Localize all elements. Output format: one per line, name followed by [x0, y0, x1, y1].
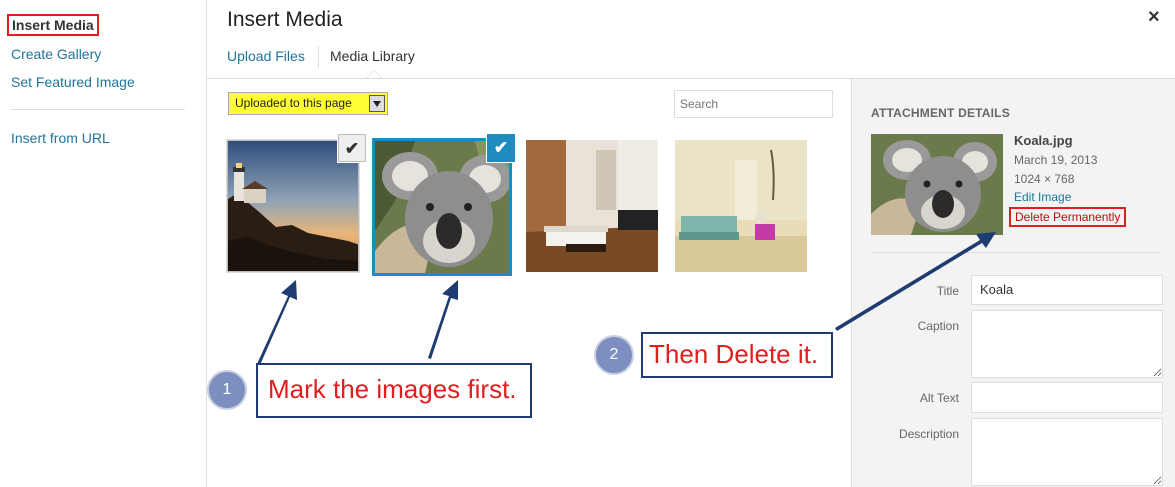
attachment-preview	[871, 134, 1003, 235]
caption-field[interactable]	[971, 310, 1163, 378]
sidebar-item-set-featured-image[interactable]: Set Featured Image	[11, 74, 135, 90]
arrow-1b	[428, 280, 458, 359]
search-input[interactable]	[674, 90, 833, 118]
close-icon[interactable]: ×	[1148, 6, 1160, 29]
title-label: Title	[936, 284, 959, 298]
living-room-image	[526, 140, 658, 272]
callout-delete: Then Delete it.	[641, 332, 833, 378]
step-number-badge: 1	[207, 370, 247, 410]
chevron-down-icon[interactable]	[369, 95, 385, 112]
sidebar-item-create-gallery[interactable]: Create Gallery	[11, 46, 101, 62]
sidebar-item-insert-from-url[interactable]: Insert from URL	[11, 130, 110, 146]
media-thumbnail-living-room-cream[interactable]	[675, 140, 807, 272]
edit-image-link[interactable]: Edit Image	[1014, 190, 1071, 204]
media-filter-value: Uploaded to this page	[235, 96, 352, 110]
attachment-filename: Koala.jpg	[1014, 133, 1073, 148]
attachment-date: March 19, 2013	[1014, 153, 1098, 167]
sidebar-divider	[11, 109, 185, 110]
title-field[interactable]: Koala	[971, 275, 1163, 305]
tab-divider	[318, 46, 319, 68]
tab-upload-files[interactable]: Upload Files	[227, 48, 305, 64]
active-tab-pointer	[366, 70, 382, 78]
koala-image	[871, 134, 1003, 235]
details-divider	[871, 252, 1161, 253]
media-sidebar: Insert Media Create Gallery Set Featured…	[0, 0, 207, 487]
media-filter-select[interactable]: Uploaded to this page	[228, 92, 388, 115]
living-room-image	[675, 140, 807, 272]
alt-text-label: Alt Text	[919, 391, 959, 405]
modal-title: Insert Media	[227, 8, 343, 31]
callout-mark-images: Mark the images first.	[256, 363, 532, 418]
description-label: Description	[898, 427, 959, 441]
attachment-dimensions: 1024 × 768	[1014, 172, 1075, 186]
description-field[interactable]	[971, 418, 1163, 486]
sidebar-item-insert-media[interactable]: Insert Media	[7, 14, 99, 36]
checkmark-icon[interactable]: ✔	[338, 134, 366, 162]
arrow-1a	[257, 280, 297, 365]
tab-media-library[interactable]: Media Library	[330, 48, 415, 64]
alt-text-field[interactable]	[971, 382, 1163, 413]
delete-permanently-link[interactable]: Delete Permanently	[1009, 207, 1127, 227]
media-thumbnail-living-room-brown[interactable]	[526, 140, 658, 272]
attachment-details-heading: ATTACHMENT DETAILS	[871, 106, 1010, 120]
checkmark-icon[interactable]: ✔	[487, 134, 515, 162]
caption-label: Caption	[917, 319, 959, 333]
step-number-badge: 2	[594, 335, 634, 375]
